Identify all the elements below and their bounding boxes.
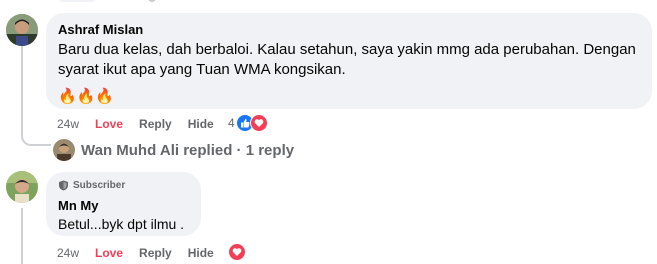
avatar-2-photo-icon [6, 171, 38, 203]
reply-button[interactable]: Reply [139, 117, 172, 131]
comment-actions-2: 24w Love Reply Hide [57, 246, 230, 260]
view-replies-link[interactable]: Wan Muhd Ali replied · 1 reply [81, 142, 294, 159]
avatar-2[interactable] [6, 171, 38, 203]
avatar[interactable] [6, 14, 38, 46]
reaction-count: 4 [228, 116, 235, 130]
comment-author[interactable]: Ashraf Mislan [58, 22, 640, 37]
love-button-2[interactable]: Love [95, 246, 123, 260]
hide-button[interactable]: Hide [188, 117, 214, 131]
comment-emoji: 🔥🔥🔥 [58, 88, 115, 105]
comment-time-2[interactable]: 24w [57, 246, 79, 260]
love-reaction-icon-2 [228, 243, 246, 261]
thread-line-lower [21, 208, 23, 264]
reaction-summary-2[interactable] [228, 243, 246, 262]
shield-icon [59, 180, 68, 191]
comment-bubble: Ashraf Mislan Baru dua kelas, dah berbal… [46, 13, 652, 109]
love-reaction-icon [249, 114, 268, 132]
hide-button-2[interactable]: Hide [188, 246, 214, 260]
reply-avatar[interactable] [53, 139, 75, 161]
comment-text: Baru dua kelas, dah berbaloi. Kalau seta… [58, 41, 636, 78]
comment-actions: 24w Love Reply Hide [57, 117, 230, 131]
subscriber-badge: Subscriber [58, 180, 189, 191]
comment-bubble-2: Subscriber Mn My Betul...byk dpt ilmu . [46, 172, 201, 236]
comment-text-2: Betul...byk dpt ilmu . [58, 216, 185, 232]
previous-comment-clip-2 [148, 0, 156, 2]
subscriber-badge-label: Subscriber [73, 180, 126, 191]
thread-line [21, 44, 23, 130]
reply-button-2[interactable]: Reply [139, 246, 172, 260]
comment-time[interactable]: 24w [57, 117, 79, 131]
thread-elbow [21, 128, 51, 146]
comment-author-2[interactable]: Mn My [58, 198, 189, 213]
love-button[interactable]: Love [95, 117, 123, 131]
reply-avatar-photo-icon [53, 139, 75, 161]
reaction-summary[interactable]: 4 [228, 114, 268, 132]
previous-comment-clip [57, 0, 97, 2]
avatar-photo-icon [6, 14, 38, 46]
